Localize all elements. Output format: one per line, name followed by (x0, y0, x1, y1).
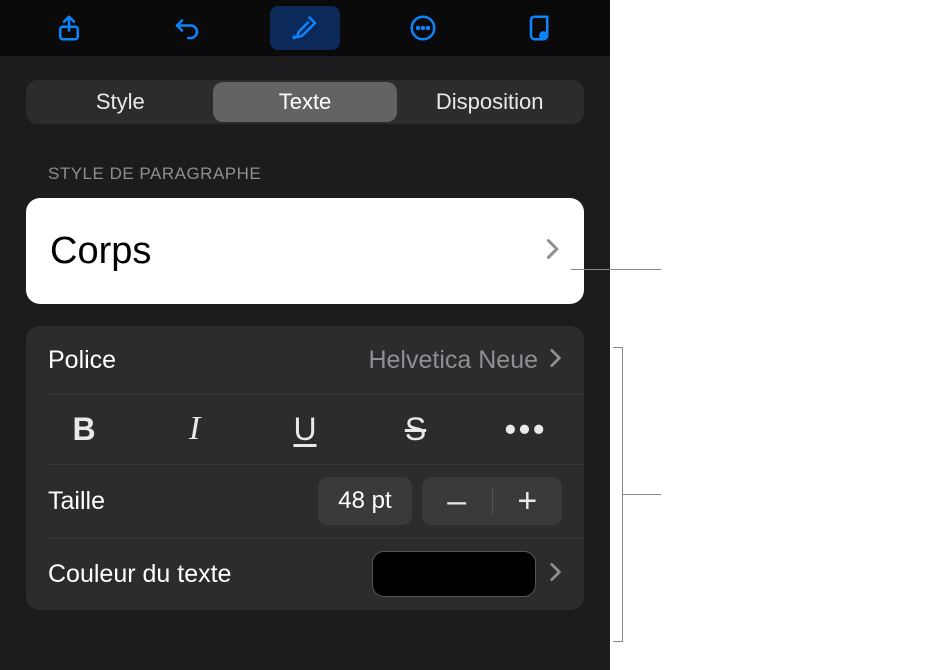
size-decrease-button[interactable]: – (422, 482, 492, 521)
font-settings-group: Police Helvetica Neue B I U S ••• Taille… (26, 326, 584, 610)
chevron-right-icon (548, 347, 562, 374)
callout-line (571, 269, 661, 270)
tab-layout[interactable]: Disposition (397, 82, 582, 122)
underline-button[interactable]: U (275, 411, 335, 448)
share-icon[interactable] (34, 6, 104, 50)
text-color-row[interactable]: Couleur du texte (26, 538, 584, 610)
size-label: Taille (48, 487, 318, 516)
font-label: Police (48, 346, 368, 375)
chevron-right-icon (544, 237, 560, 266)
tab-style[interactable]: Style (28, 82, 213, 122)
format-buttons-row: B I U S ••• (26, 394, 584, 464)
reader-icon[interactable] (506, 6, 576, 50)
callout-tick (623, 494, 661, 495)
brush-icon[interactable] (270, 6, 340, 50)
tab-text[interactable]: Texte (213, 82, 398, 122)
more-icon[interactable] (388, 6, 458, 50)
callout-bracket (613, 347, 623, 642)
text-color-label: Couleur du texte (48, 560, 372, 589)
strikethrough-button[interactable]: S (386, 411, 446, 448)
paragraph-style-section-label: STYLE DE PARAGRAPHE (0, 134, 610, 198)
font-row[interactable]: Police Helvetica Neue (26, 326, 584, 394)
paragraph-style-name: Corps (50, 230, 151, 273)
size-stepper: – + (422, 477, 562, 525)
more-format-button[interactable]: ••• (496, 411, 556, 448)
size-row: Taille 48 pt – + (26, 464, 584, 538)
format-panel: Style Texte Disposition STYLE DE PARAGRA… (0, 0, 610, 670)
italic-button[interactable]: I (165, 410, 225, 448)
bold-button[interactable]: B (54, 411, 114, 448)
font-value: Helvetica Neue (368, 346, 538, 375)
size-increase-button[interactable]: + (493, 482, 563, 521)
paragraph-style-button[interactable]: Corps (26, 198, 584, 304)
chevron-right-icon (548, 561, 562, 588)
segmented-control-wrap: Style Texte Disposition (0, 56, 610, 134)
undo-icon[interactable] (152, 6, 222, 50)
size-value[interactable]: 48 pt (318, 477, 412, 525)
top-toolbar (0, 0, 610, 56)
text-color-swatch[interactable] (372, 551, 536, 597)
segmented-control: Style Texte Disposition (26, 80, 584, 124)
